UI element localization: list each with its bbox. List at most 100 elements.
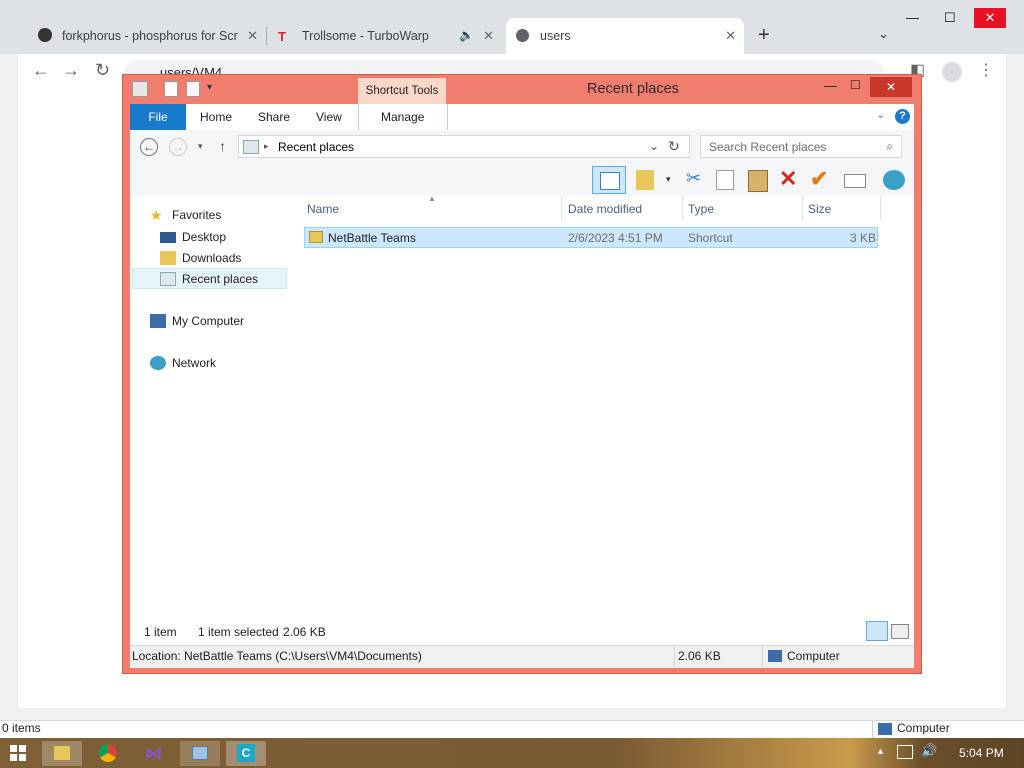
recent-locations-chevron-icon[interactable]: ▾ bbox=[198, 141, 203, 152]
search-box[interactable]: Search Recent places ⌕ bbox=[700, 135, 902, 158]
computer-icon bbox=[878, 723, 892, 735]
divider bbox=[762, 646, 763, 666]
nav-favorites[interactable]: ★ Favorites bbox=[150, 208, 221, 222]
ribbon-tab-bar bbox=[130, 104, 914, 131]
address-dropdown-icon[interactable]: ⌄ bbox=[649, 139, 659, 153]
back-arrow-icon[interactable]: ← bbox=[32, 60, 50, 81]
up-arrow-icon[interactable]: ↑ bbox=[219, 138, 226, 154]
ribbon-tab-share[interactable]: Share bbox=[258, 110, 290, 124]
chrome-icon bbox=[99, 744, 117, 762]
reload-icon[interactable]: ↻ bbox=[95, 60, 110, 81]
nav-network[interactable]: Network bbox=[150, 356, 216, 370]
globe-icon bbox=[516, 29, 529, 42]
back-arrow-icon[interactable]: ← bbox=[140, 138, 158, 156]
large-icons-view-icon[interactable] bbox=[891, 624, 909, 639]
close-tab-icon[interactable]: ✕ bbox=[483, 28, 494, 44]
column-divider[interactable] bbox=[682, 196, 683, 220]
nav-recent-places[interactable]: Recent places bbox=[160, 272, 258, 286]
minimize-icon[interactable]: — bbox=[824, 78, 837, 93]
taskbar-app-c[interactable]: C bbox=[226, 741, 266, 766]
network-tray-icon[interactable] bbox=[897, 745, 913, 759]
help-icon[interactable]: ? bbox=[895, 109, 910, 124]
column-header-date[interactable]: Date modified bbox=[568, 202, 642, 216]
rename-check-icon[interactable]: ✔ bbox=[810, 166, 828, 192]
file-type: Shortcut bbox=[688, 231, 733, 245]
nav-label: Downloads bbox=[182, 251, 242, 265]
column-header-type[interactable]: Type bbox=[688, 202, 714, 216]
properties-icon[interactable] bbox=[164, 81, 178, 97]
taskbar-explorer[interactable] bbox=[42, 741, 82, 766]
paste-icon[interactable] bbox=[748, 170, 768, 192]
qat-dropdown-icon[interactable]: ▾ bbox=[207, 82, 212, 93]
tab-search-chevron-icon[interactable]: ⌄ bbox=[878, 26, 889, 42]
desktop-icon bbox=[160, 231, 176, 243]
close-window-button[interactable]: ✕ bbox=[974, 8, 1006, 28]
nav-downloads[interactable]: Downloads bbox=[160, 251, 241, 265]
windows-start-icon[interactable] bbox=[10, 745, 26, 761]
explorer-app-icon[interactable] bbox=[132, 81, 148, 97]
close-tab-icon[interactable]: ✕ bbox=[725, 28, 736, 44]
maximize-icon[interactable]: ☐ bbox=[850, 78, 861, 92]
layout-icon bbox=[600, 172, 620, 190]
contextual-tab-header: Shortcut Tools bbox=[358, 78, 446, 104]
taskbar-chrome[interactable] bbox=[88, 741, 128, 766]
select-icon[interactable] bbox=[844, 174, 866, 188]
downloads-folder-icon bbox=[160, 251, 176, 265]
ribbon-tab-home[interactable]: Home bbox=[200, 110, 232, 124]
tab-turbowarp[interactable]: T Trollsome - TurboWarp 🔈 ✕ bbox=[270, 18, 502, 54]
tab-users[interactable]: users ✕ bbox=[506, 18, 744, 54]
column-header-name[interactable]: Name bbox=[307, 202, 339, 216]
close-window-button[interactable]: ✕ bbox=[870, 77, 912, 97]
selected-count: 1 item selected bbox=[198, 625, 279, 639]
ribbon-tab-manage[interactable]: Manage bbox=[381, 110, 424, 124]
nav-my-computer[interactable]: My Computer bbox=[150, 314, 244, 328]
speaker-icon[interactable]: 🔈 bbox=[459, 28, 474, 42]
column-header-size[interactable]: Size bbox=[808, 202, 831, 216]
preview-pane-button[interactable] bbox=[592, 166, 626, 194]
tab-label: forkphorus - phosphorus for Scra bbox=[62, 29, 238, 43]
forward-arrow-icon[interactable]: → bbox=[169, 138, 187, 156]
properties-folder-icon[interactable] bbox=[636, 170, 654, 190]
maximize-icon[interactable]: ☐ bbox=[944, 10, 956, 26]
clock[interactable]: 5:04 PM bbox=[959, 746, 1004, 760]
forward-arrow-icon[interactable]: → bbox=[62, 60, 80, 81]
new-tab-button[interactable]: + bbox=[758, 24, 770, 47]
network-app-icon bbox=[192, 746, 208, 760]
column-divider[interactable] bbox=[802, 196, 803, 220]
taskbar-visual-studio[interactable]: ⋈ bbox=[134, 741, 174, 766]
breadcrumb-chevron-icon[interactable]: ▸ bbox=[264, 141, 269, 152]
nav-desktop[interactable]: Desktop bbox=[160, 230, 226, 244]
ribbon-tab-view[interactable]: View bbox=[316, 110, 342, 124]
minimize-icon[interactable]: — bbox=[906, 10, 919, 25]
address-text[interactable]: Recent places bbox=[278, 140, 354, 154]
new-folder-icon[interactable] bbox=[186, 81, 200, 97]
frame-right bbox=[1006, 54, 1024, 720]
column-divider[interactable] bbox=[561, 196, 562, 220]
zone-text: Computer bbox=[787, 649, 840, 663]
ribbon-expand-chevron-icon[interactable]: ⌄ bbox=[876, 108, 885, 121]
toolbar-dropdown-icon[interactable]: ▾ bbox=[666, 174, 671, 185]
browser-status-bar bbox=[0, 720, 1024, 739]
menu-kebab-icon[interactable]: ⋮ bbox=[978, 60, 994, 80]
file-size: 3 KB bbox=[850, 231, 877, 245]
sort-ascending-icon: ▲ bbox=[428, 194, 436, 203]
cut-icon[interactable]: ✂ bbox=[686, 168, 701, 189]
tray-show-hidden-icon[interactable]: ▲ bbox=[876, 746, 885, 756]
taskbar-network-app[interactable] bbox=[180, 741, 220, 766]
volume-icon[interactable]: 🔊 bbox=[921, 743, 937, 759]
globe-icon[interactable] bbox=[883, 170, 905, 190]
selected-size: 2.06 KB bbox=[283, 625, 326, 639]
refresh-icon[interactable]: ↻ bbox=[668, 138, 680, 155]
profile-avatar[interactable] bbox=[942, 62, 962, 82]
delete-icon[interactable]: ✕ bbox=[779, 166, 797, 192]
forkphorus-icon bbox=[38, 28, 52, 42]
column-divider[interactable] bbox=[880, 196, 881, 220]
search-icon[interactable]: ⌕ bbox=[886, 139, 893, 154]
ribbon-tab-file[interactable]: File bbox=[130, 104, 186, 130]
details-view-icon[interactable] bbox=[866, 621, 888, 641]
location-text: Location: NetBattle Teams (C:\Users\VM4\… bbox=[132, 649, 422, 663]
close-tab-icon[interactable]: ✕ bbox=[247, 28, 258, 44]
file-name[interactable]: NetBattle Teams bbox=[328, 231, 416, 245]
copy-icon[interactable] bbox=[716, 170, 734, 190]
tab-forkphorus[interactable]: forkphorus - phosphorus for Scra ✕ bbox=[30, 18, 266, 54]
